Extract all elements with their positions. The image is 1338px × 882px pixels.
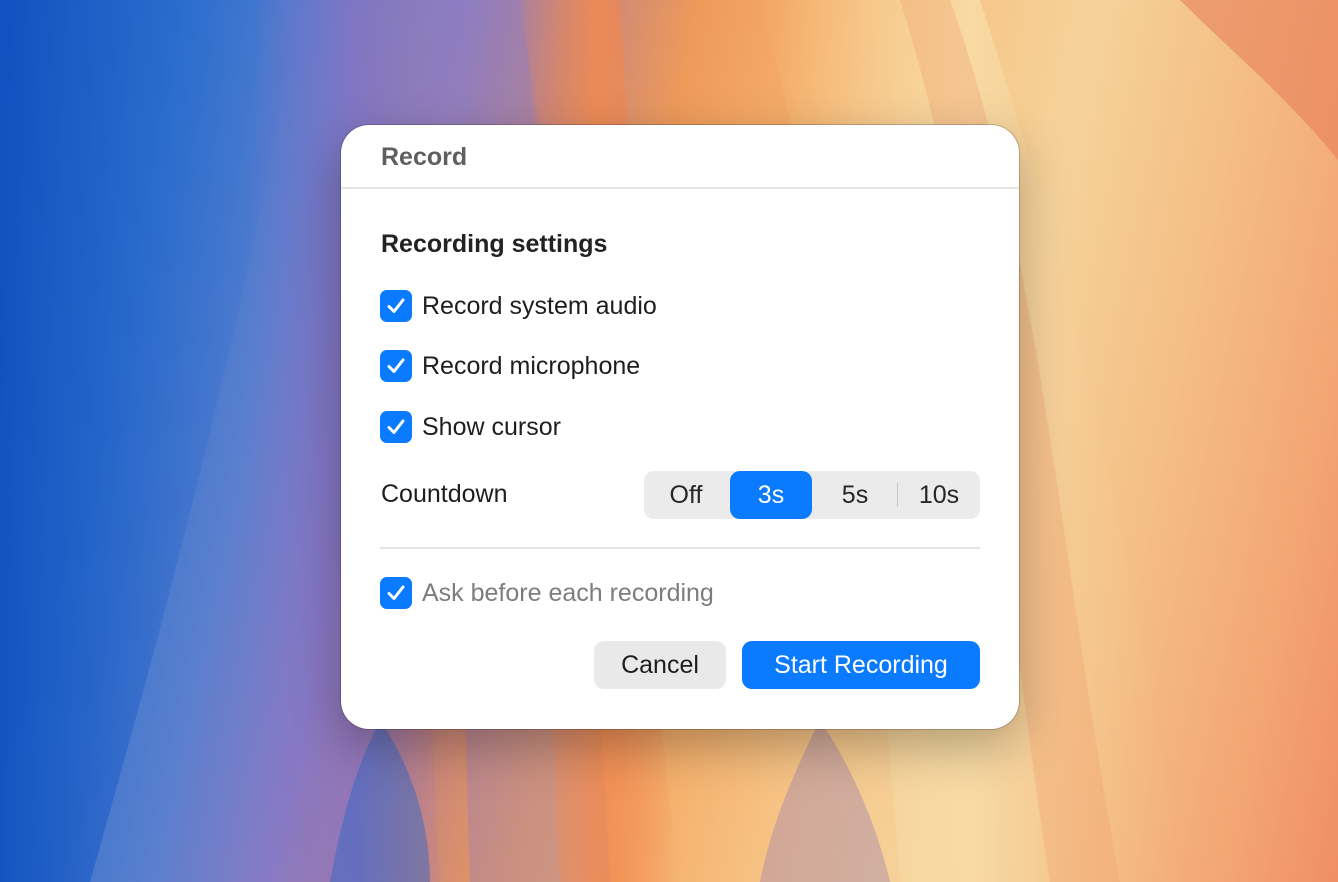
record-microphone-checkbox[interactable] xyxy=(380,350,412,382)
recording-settings-heading: Recording settings xyxy=(381,230,608,258)
checkmark-icon xyxy=(387,419,405,434)
record-system-audio-label: Record system audio xyxy=(422,291,657,320)
start-recording-button[interactable]: Start Recording xyxy=(742,641,980,689)
dialog-titlebar: Record xyxy=(341,125,1019,189)
countdown-off-segment[interactable]: Off xyxy=(644,471,728,519)
show-cursor-option[interactable]: Show cursor xyxy=(380,411,561,443)
countdown-3s-segment[interactable]: 3s xyxy=(730,471,812,519)
countdown-5s-segment[interactable]: 5s xyxy=(814,471,896,519)
checkmark-icon xyxy=(387,358,405,373)
dialog-title: Record xyxy=(381,143,468,171)
countdown-label: Countdown xyxy=(381,480,508,508)
record-system-audio-checkbox[interactable] xyxy=(380,290,412,322)
record-microphone-option[interactable]: Record microphone xyxy=(380,350,640,382)
checkmark-icon xyxy=(387,298,405,313)
record-microphone-label: Record microphone xyxy=(422,351,641,380)
ask-before-recording-checkbox[interactable] xyxy=(380,577,412,609)
cancel-button[interactable]: Cancel xyxy=(594,641,726,689)
record-system-audio-option[interactable]: Record system audio xyxy=(380,290,657,322)
ask-before-recording-label: Ask before each recording xyxy=(422,578,714,607)
checkmark-icon xyxy=(387,585,405,600)
ask-before-recording-option[interactable]: Ask before each recording xyxy=(380,577,714,609)
section-divider xyxy=(380,547,980,549)
show-cursor-label: Show cursor xyxy=(422,412,561,441)
record-dialog: Record Recording settings Record system … xyxy=(341,125,1019,729)
show-cursor-checkbox[interactable] xyxy=(380,411,412,443)
countdown-10s-segment[interactable]: 10s xyxy=(898,471,980,519)
countdown-segmented-control: Off 3s 5s 10s xyxy=(644,471,980,519)
